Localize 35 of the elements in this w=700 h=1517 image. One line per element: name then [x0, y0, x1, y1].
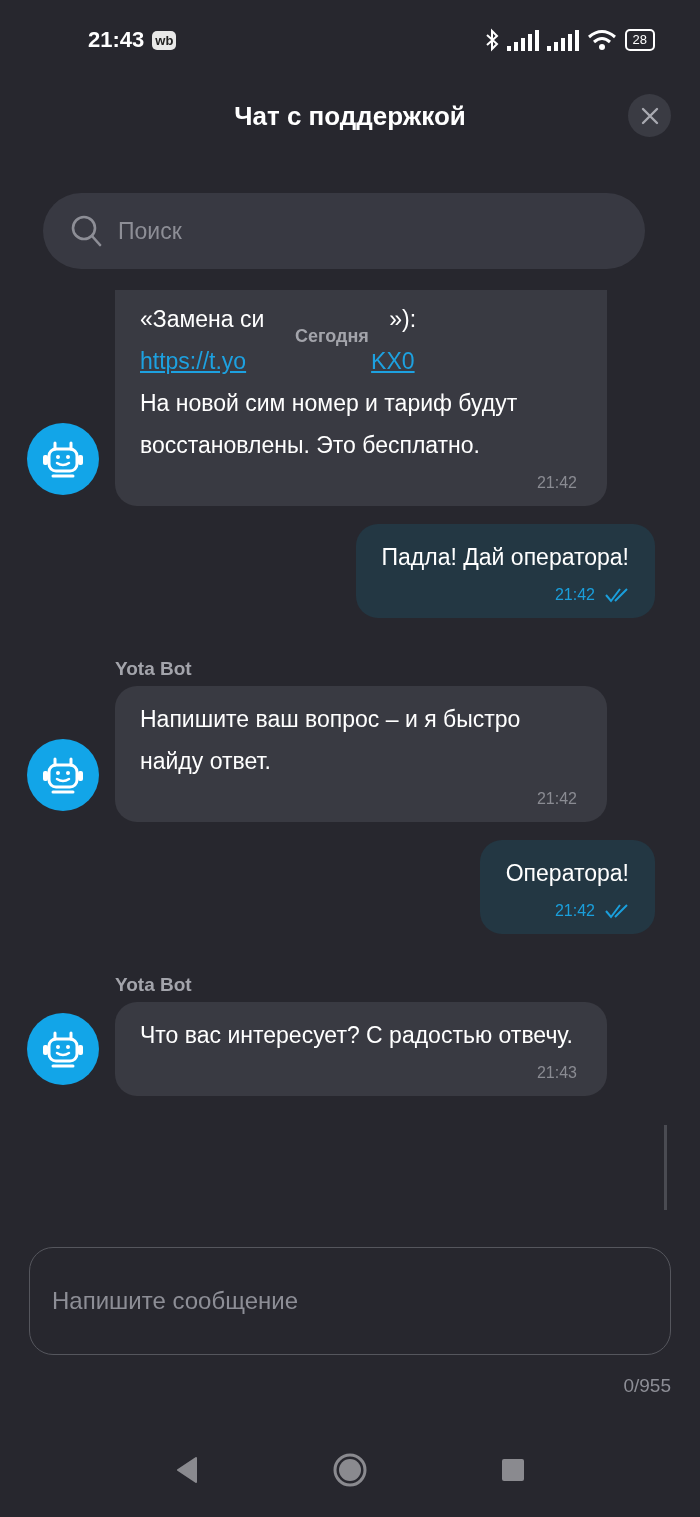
message-time: 21:42	[554, 901, 595, 921]
message-time: 21:42	[554, 585, 595, 605]
wifi-icon	[586, 29, 617, 51]
robot-avatar-icon	[27, 1013, 99, 1085]
character-counter: 0/955	[623, 1375, 671, 1397]
message-text: »):	[389, 306, 417, 332]
message-time: 21:43	[536, 1063, 577, 1083]
signal-icon	[506, 29, 539, 51]
message-text: На новой сим номер и тариф будут восстановлены. Это бесплатно.	[140, 390, 518, 458]
message-time: 21:42	[536, 789, 577, 809]
message-text: Падла! Дай оператора!	[381, 544, 629, 570]
signal-icon	[546, 29, 579, 51]
robot-avatar-icon	[27, 423, 99, 495]
message-text: Что вас интересует? С радостью отвечу.	[140, 1022, 573, 1048]
scrollbar[interactable]	[664, 1125, 667, 1210]
close-icon	[640, 106, 659, 125]
message-text: «Замена си	[140, 306, 265, 332]
battery-indicator: 28	[624, 29, 655, 51]
close-button[interactable]	[628, 94, 671, 137]
back-icon[interactable]	[176, 1457, 198, 1483]
message-input[interactable]: Напишите сообщение	[29, 1247, 671, 1355]
message-text: Оператора!	[505, 860, 629, 886]
sender-name: Yota Bot	[115, 974, 193, 996]
message-time: 21:42	[536, 473, 577, 493]
home-icon[interactable]	[333, 1453, 367, 1487]
robot-avatar-icon	[27, 739, 99, 811]
status-time: 21:43	[88, 27, 145, 53]
window-title: Чат с поддержкой	[234, 100, 466, 132]
search-field[interactable]: Поиск	[43, 193, 645, 269]
bluetooth-icon	[484, 28, 499, 52]
message-text: Напишите ваш вопрос – и я быстро найду ответ.	[140, 706, 521, 774]
search-icon	[71, 215, 103, 247]
app-badge: wb	[152, 30, 177, 50]
link[interactable]: https://t.yo	[140, 348, 247, 374]
sender-name: Yota Bot	[115, 658, 193, 680]
